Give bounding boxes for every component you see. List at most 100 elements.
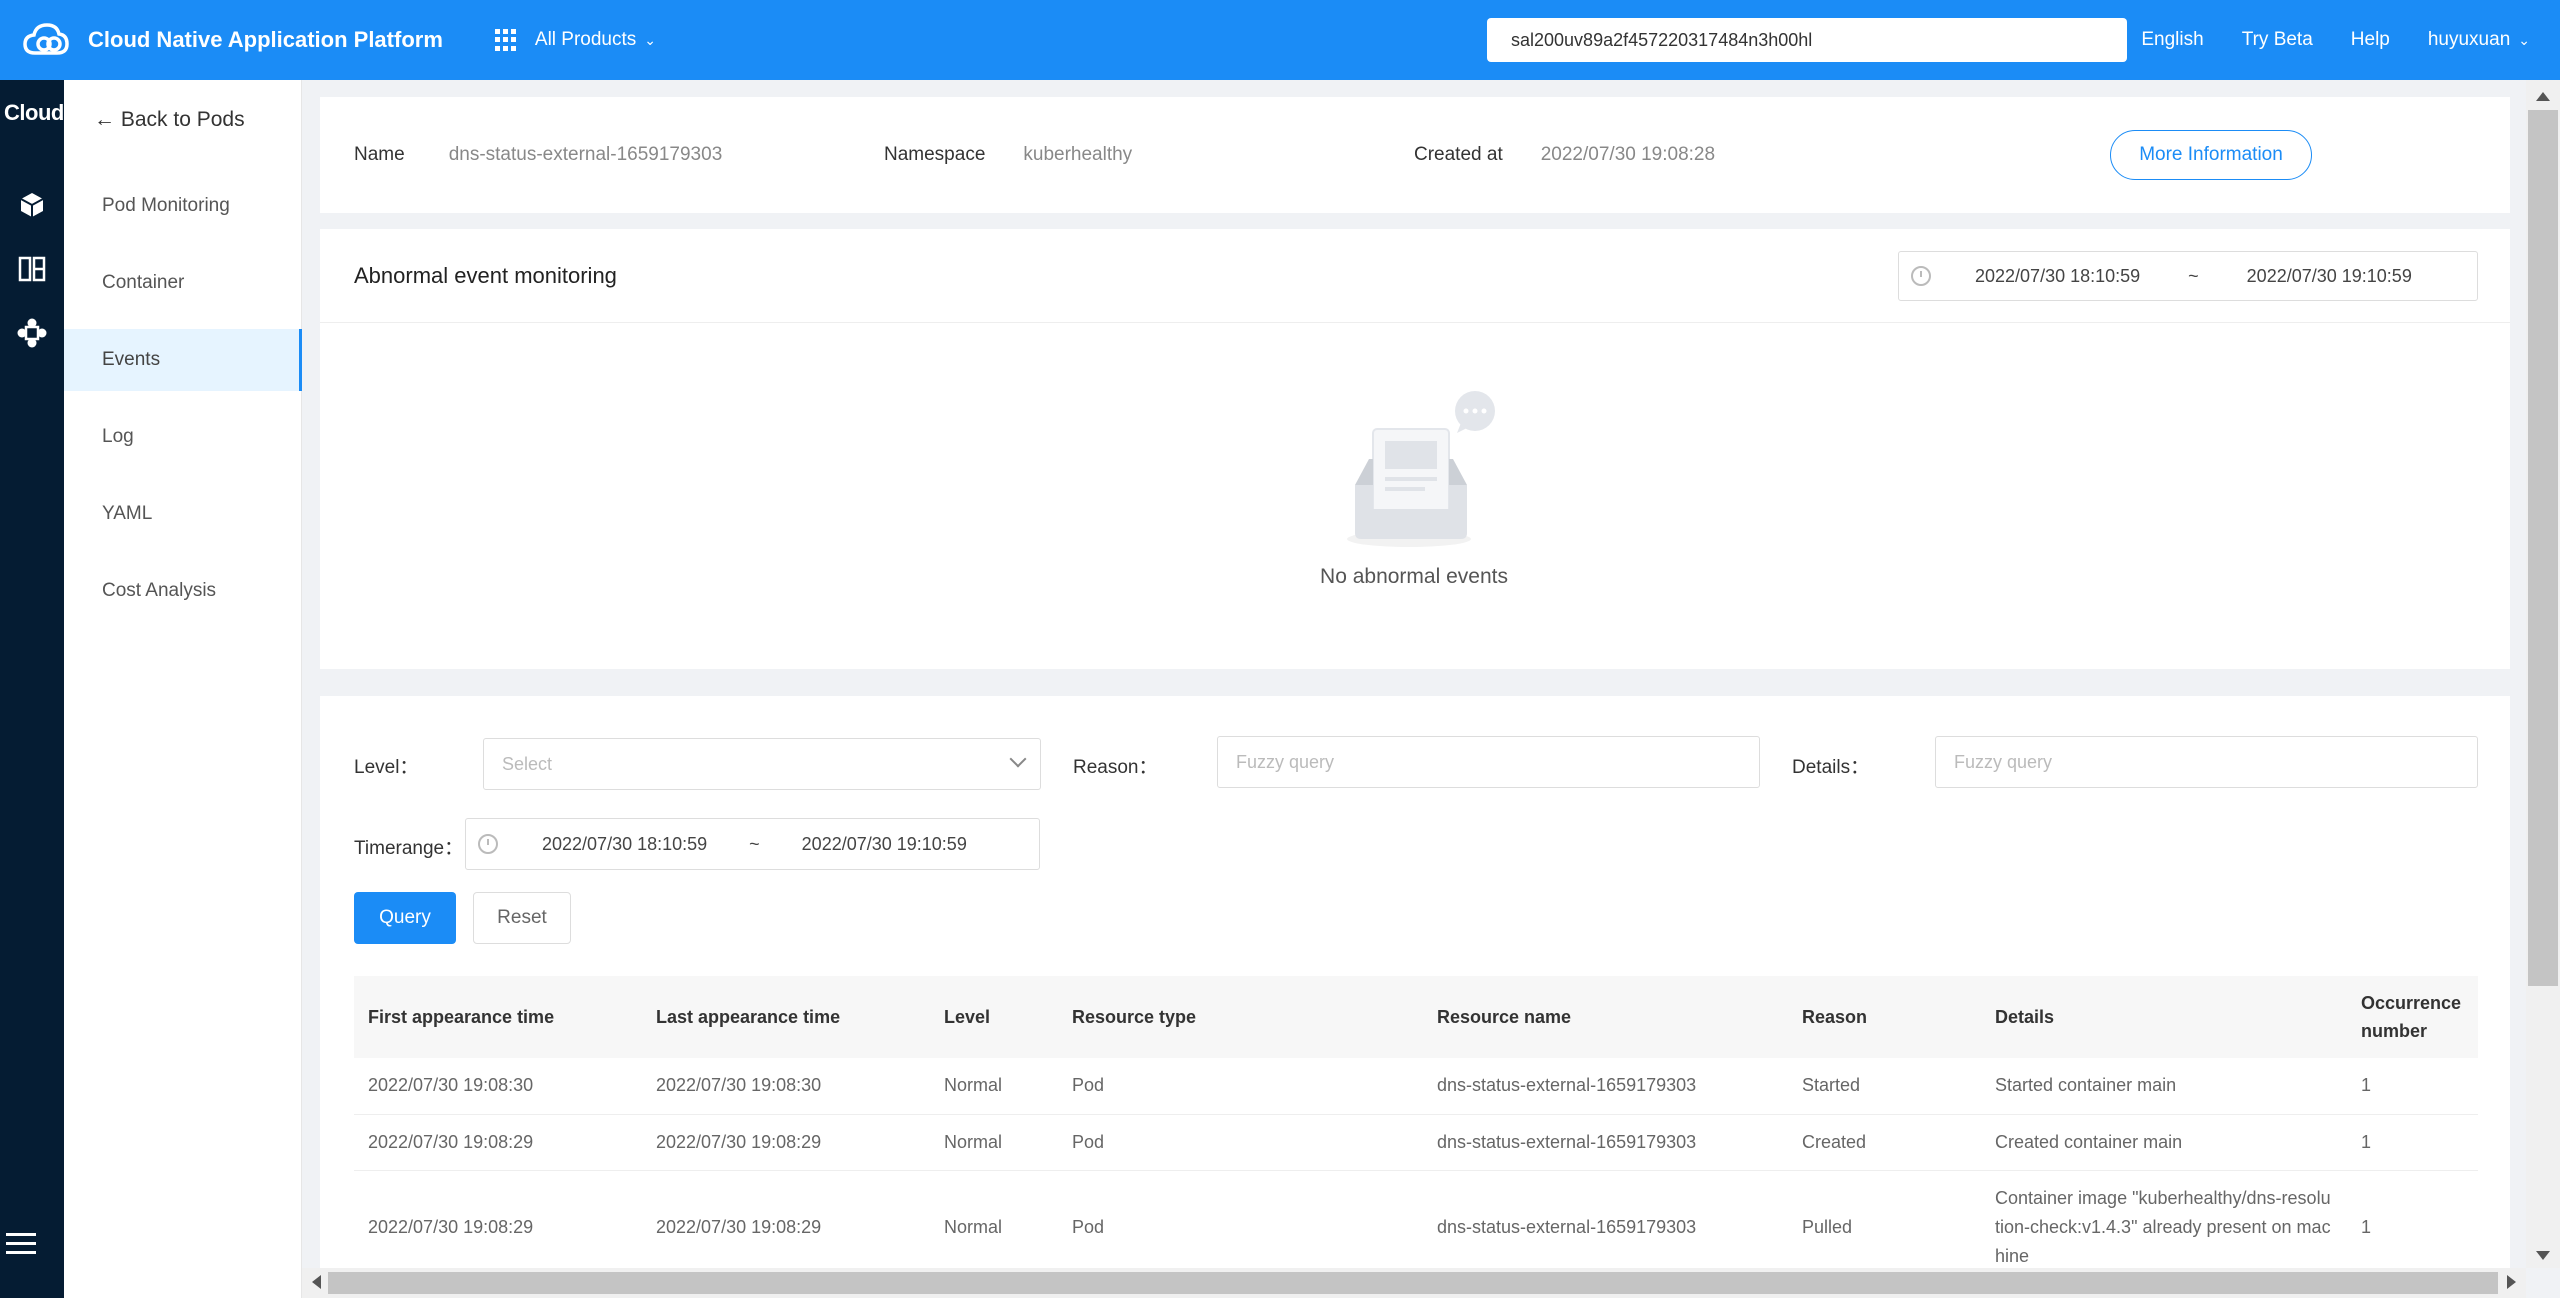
scroll-left-icon[interactable] (312, 1275, 321, 1289)
table-cell: Pulled (1788, 1170, 1981, 1268)
table-cell: Pod (1058, 1170, 1423, 1268)
column-header[interactable]: Reason (1788, 976, 1981, 1058)
namespace-value: kuberhealthy (1023, 144, 1133, 165)
dashboard-icon[interactable] (10, 247, 54, 291)
empty-state-text: No abnormal events (1320, 565, 1508, 588)
reset-button[interactable]: Reset (473, 892, 571, 944)
table-cell: Container image "kuberhealthy/dns-resolu… (1981, 1170, 2347, 1268)
abnormal-time-range-picker[interactable]: 2022/07/30 18:10:59 ~ 2022/07/30 19:10:5… (1898, 251, 2478, 301)
table-cell: dns-status-external-1659179303 (1423, 1114, 1788, 1171)
table-cell: 1 (2347, 1058, 2478, 1115)
range-end: 2022/07/30 19:10:59 (801, 833, 967, 854)
column-header[interactable]: Resource name (1423, 976, 1788, 1058)
vertical-scroll-thumb[interactable] (2528, 110, 2558, 986)
range-separator: ~ (749, 833, 760, 854)
reason-input[interactable]: Fuzzy query (1217, 736, 1760, 788)
table-cell: Started (1788, 1058, 1981, 1115)
empty-inbox-icon (1347, 391, 1495, 547)
left-rail: Cloud (0, 80, 64, 1298)
level-label: Level： (354, 757, 419, 778)
table-cell: Normal (930, 1114, 1058, 1171)
namespace-label: Namespace (884, 144, 986, 165)
table-cell: 2022/07/30 19:08:30 (642, 1058, 930, 1115)
scroll-down-icon[interactable] (2536, 1251, 2550, 1260)
all-products-label: All Products (534, 29, 637, 50)
name-value: dns-status-external-1659179303 (448, 144, 723, 165)
table-row: 2022/07/30 19:08:29 2022/07/30 19:08:29 … (354, 1170, 2478, 1268)
empty-state: No abnormal events (320, 389, 2510, 589)
column-header[interactable]: Occurrence number (2347, 976, 2478, 1058)
cloud-logo-icon[interactable] (14, 0, 78, 80)
back-to-pods-link[interactable]: ← Back to Pods (64, 80, 301, 160)
table-cell: 2022/07/30 19:08:30 (354, 1058, 642, 1115)
vertical-scrollbar[interactable] (2526, 80, 2560, 1268)
name-label: Name (354, 144, 405, 165)
clock-icon (1911, 266, 1931, 286)
chevron-down-icon: ⌄ (2518, 32, 2530, 48)
more-information-button[interactable]: More Information (2110, 130, 2312, 180)
menu-icon[interactable] (6, 1233, 36, 1260)
table-cell: dns-status-external-1659179303 (1423, 1170, 1788, 1268)
reason-label: Reason： (1073, 757, 1158, 778)
column-header[interactable]: Last appearance time (642, 976, 930, 1058)
created-at-label: Created at (1414, 144, 1503, 165)
scroll-up-icon[interactable] (2536, 92, 2550, 101)
table-cell: Pod (1058, 1058, 1423, 1115)
table-header-row: First appearance time Last appearance ti… (354, 976, 2478, 1058)
language-switch[interactable]: English (2141, 29, 2203, 51)
created-at-value: 2022/07/30 19:08:28 (1540, 144, 1716, 165)
cluster-icon[interactable] (10, 311, 54, 355)
scroll-right-icon[interactable] (2507, 1275, 2516, 1289)
subnav-item-cost-analysis[interactable]: Cost Analysis (64, 560, 301, 622)
table-cell: Normal (930, 1170, 1058, 1268)
query-button[interactable]: Query (354, 892, 456, 944)
pod-subnav: ← Back to Pods Pod Monitoring Container … (64, 80, 302, 1298)
range-start: 2022/07/30 18:10:59 (542, 833, 708, 854)
table-row: 2022/07/30 19:08:30 2022/07/30 19:08:30 … (354, 1058, 2478, 1115)
table-cell: Normal (930, 1058, 1058, 1115)
filter-time-range-picker[interactable]: 2022/07/30 18:10:59 ~ 2022/07/30 19:10:5… (465, 818, 1040, 870)
table-cell: dns-status-external-1659179303 (1423, 1058, 1788, 1115)
table-cell: Started container main (1981, 1058, 2347, 1115)
main-content: Name dns-status-external-1659179303 Name… (302, 80, 2526, 1268)
column-header[interactable]: First appearance time (354, 976, 642, 1058)
table-cell: 2022/07/30 19:08:29 (642, 1170, 930, 1268)
level-select-placeholder: Select (502, 753, 553, 774)
table-cell: Created (1788, 1114, 1981, 1171)
subnav-item-events[interactable]: Events (64, 329, 302, 391)
subnav-item-container[interactable]: Container (64, 252, 301, 314)
subnav-item-yaml[interactable]: YAML (64, 483, 301, 545)
details-input-placeholder: Fuzzy query (1954, 751, 2053, 772)
level-select[interactable]: Select (483, 738, 1041, 790)
horizontal-scroll-thumb[interactable] (328, 1272, 2498, 1294)
box-icon[interactable] (10, 183, 54, 227)
subnav-item-pod-monitoring[interactable]: Pod Monitoring (64, 175, 301, 237)
help-link[interactable]: Help (2351, 29, 2390, 51)
search-input[interactable] (1487, 18, 2127, 62)
timerange-label: Timerange： (354, 838, 464, 859)
all-products-menu[interactable]: All Products ⌄ (494, 29, 656, 51)
subnav-item-log[interactable]: Log (64, 406, 301, 468)
rail-title: Cloud (4, 100, 64, 125)
horizontal-scrollbar[interactable] (302, 1268, 2526, 1298)
user-name: huyuxuan (2427, 29, 2511, 50)
table-cell: 2022/07/30 19:08:29 (642, 1114, 930, 1171)
column-header[interactable]: Resource type (1058, 976, 1423, 1058)
column-header[interactable]: Details (1981, 976, 2347, 1058)
events-table: First appearance time Last appearance ti… (354, 976, 2478, 1268)
table-cell: 1 (2347, 1114, 2478, 1171)
range-end: 2022/07/30 19:10:59 (2246, 265, 2412, 286)
try-beta-link[interactable]: Try Beta (2242, 29, 2313, 51)
table-cell: Created container main (1981, 1114, 2347, 1171)
column-header[interactable]: Level (930, 976, 1058, 1058)
user-menu[interactable]: huyuxuan ⌄ (2428, 29, 2530, 51)
chevron-down-icon: ⌄ (644, 31, 656, 48)
brand-title[interactable]: Cloud Native Application Platform (88, 27, 443, 53)
abnormal-event-card: Abnormal event monitoring 2022/07/30 18:… (320, 229, 2510, 669)
table-cell: 1 (2347, 1170, 2478, 1268)
range-separator: ~ (2188, 265, 2199, 286)
clock-icon (478, 834, 498, 854)
details-input[interactable]: Fuzzy query (1935, 736, 2478, 788)
range-start: 2022/07/30 18:10:59 (1975, 265, 2141, 286)
table-cell: Pod (1058, 1114, 1423, 1171)
